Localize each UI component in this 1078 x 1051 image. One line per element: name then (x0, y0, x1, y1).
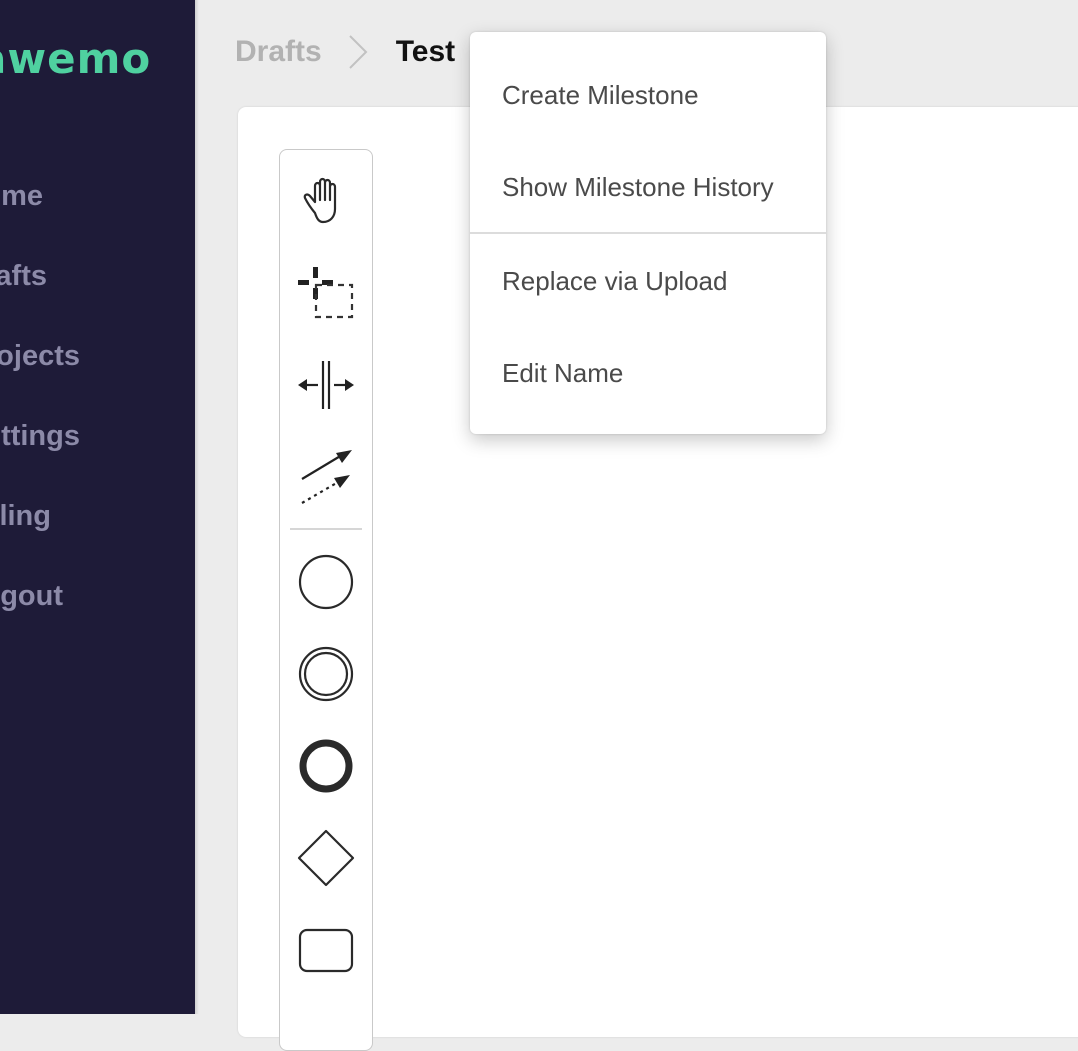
sidebar-item-projects[interactable]: Projects (0, 340, 80, 373)
sidebar-shadow (195, 0, 199, 1014)
sidebar-item-billing[interactable]: Billing (0, 500, 51, 533)
intermediate-event-tool[interactable] (280, 634, 372, 714)
breadcrumb: Drafts Test (235, 30, 455, 74)
gateway-tool[interactable] (280, 818, 372, 898)
connect-tool-icon (301, 450, 352, 504)
hand-tool-icon (303, 177, 337, 224)
lasso-tool-icon (298, 267, 354, 319)
chevron-right-icon (348, 35, 368, 69)
menu-item-replace-via-upload[interactable]: Replace via Upload (470, 235, 826, 327)
end-event-icon (299, 739, 353, 793)
menu-item-create-milestone[interactable]: Create Milestone (470, 49, 826, 141)
sidebar-item-drafts[interactable]: Drafts (0, 260, 47, 293)
tool-palette (279, 149, 373, 1051)
palette-divider (290, 528, 362, 530)
menu-item-show-milestone-history[interactable]: Show Milestone History (470, 141, 826, 233)
sidebar-item-settings[interactable]: Settings (0, 420, 80, 453)
start-event-tool[interactable] (280, 542, 372, 622)
end-event-tool[interactable] (280, 726, 372, 806)
connect-tool[interactable] (280, 437, 372, 517)
sidebar: awemo Home Drafts Projects Settings Bill… (0, 0, 195, 1014)
lasso-tool[interactable] (280, 253, 372, 333)
breadcrumb-current[interactable]: Test (396, 35, 455, 69)
gateway-icon (297, 829, 355, 887)
brand-logo[interactable]: awemo (0, 34, 151, 83)
start-event-icon (298, 554, 354, 610)
menu-item-edit-name[interactable]: Edit Name (470, 327, 826, 419)
breadcrumb-drafts-link[interactable]: Drafts (235, 35, 322, 69)
sidebar-item-logout[interactable]: Logout (0, 580, 63, 613)
menu-divider (470, 232, 826, 234)
hand-tool[interactable] (280, 161, 372, 241)
sidebar-item-home[interactable]: Home (0, 180, 43, 213)
context-menu: Create Milestone Show Milestone History … (470, 32, 826, 434)
intermediate-event-icon (298, 646, 354, 702)
task-tool[interactable] (280, 910, 372, 990)
space-tool[interactable] (280, 345, 372, 425)
space-tool-icon (298, 361, 354, 409)
task-icon (298, 928, 354, 973)
